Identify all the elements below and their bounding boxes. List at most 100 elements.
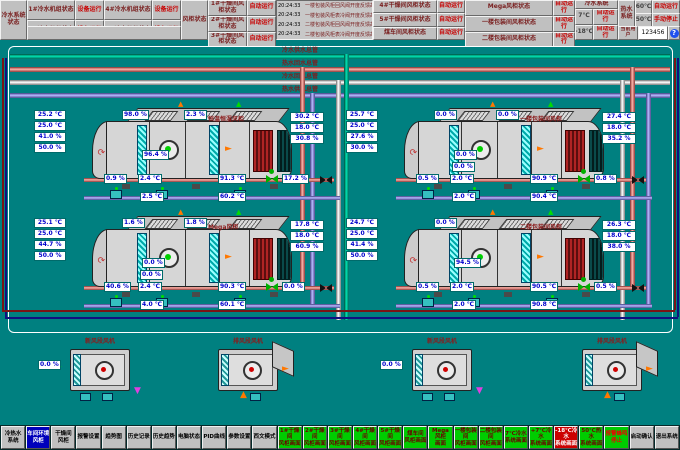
supply-air-readings: 27.4 ℃ 18.0 ℃ 35.2 % <box>602 112 636 145</box>
ahu-label: 一楼包装间风柜状态 <box>465 16 553 32</box>
filter-icon <box>521 233 531 283</box>
damper-actuator-icon[interactable] <box>110 190 122 199</box>
nav-button[interactable]: 历史记录 <box>127 426 151 449</box>
nav-button[interactable]: 报警设置 <box>76 426 100 449</box>
hot-water-temp: 50℃ <box>635 13 652 27</box>
nav-button[interactable]: 历史趋势 <box>152 426 176 449</box>
nav-button[interactable]: 5#干燥间 风柜画面 <box>378 426 402 449</box>
nav-button[interactable]: 报警蜂鸣 停止 <box>604 426 628 449</box>
shutoff-valve-icon[interactable] <box>320 176 332 184</box>
nav-button[interactable]: 冷热水 系统 <box>1 426 25 449</box>
nav-button[interactable]: -18℃冷水 系统画面 <box>554 426 578 449</box>
coil-temp-value: 2.0 ℃ <box>450 174 474 184</box>
damper-actuator-icon[interactable] <box>110 298 122 307</box>
damper-actuator-icon[interactable] <box>422 393 433 401</box>
nav-button[interactable]: 干燥间 风柜 <box>51 426 75 449</box>
ahu-label: 煤车间风柜状态 <box>373 27 437 40</box>
nav-button[interactable]: 4#干燥间 风柜画面 <box>353 426 377 449</box>
unit-leg <box>192 292 200 297</box>
fan-body[interactable] <box>412 349 472 391</box>
nav-button[interactable]: 50℃热水 系统画面 <box>579 426 603 449</box>
nav-button[interactable]: 3#干燥间 风柜画面 <box>328 426 352 449</box>
fresh-air-arrow-icon: ↻ <box>94 253 107 265</box>
fan-body[interactable] <box>582 349 642 391</box>
supply-air-readings: 30.2 ℃ 18.0 ℃ 30.8 % <box>290 112 324 145</box>
fan-damper-value: 0.0 % <box>380 360 403 370</box>
hmi-screen: 冷水系统状态 1#冷水机组状态 设备运行 4#冷水机组状态 设备运行 2#冷水机… <box>0 0 680 450</box>
nav-button[interactable]: 启动确认 <box>630 426 654 449</box>
damper-actuator-icon[interactable] <box>250 393 261 401</box>
grille-icon <box>145 219 179 229</box>
damper-actuator-icon[interactable] <box>422 190 434 199</box>
shutoff-valve-icon[interactable] <box>632 284 644 292</box>
damper-actuator-icon[interactable] <box>422 298 434 307</box>
ahu-label: 2#干燥间风柜状态 <box>208 16 247 32</box>
ahu-status-row: Mega风柜状态 自动运行 <box>465 0 575 16</box>
control-valve-icon[interactable] <box>266 283 278 291</box>
fan-cell: 排风段风机 ► ▼ ▲ ► <box>552 336 672 408</box>
nav-button[interactable]: 西文模式 <box>252 426 276 449</box>
valve-opening-value: 0.5 % <box>594 282 617 292</box>
alarm-text: 二楼包装风柜回风阀开度反馈故障 <box>305 21 372 28</box>
nav-button[interactable]: Mega风柜 画面 <box>428 426 452 449</box>
alarm-list[interactable]: 20:24:33 一楼包装风柜回风阀开度反馈故障 20:24:33 一楼包装风柜… <box>276 0 373 40</box>
fan-name: 新风段风机 <box>382 336 502 345</box>
fan-impeller-icon[interactable] <box>243 361 262 380</box>
cold-water-status: 自动运行 <box>593 9 618 25</box>
value-box: 18.0 ℃ <box>602 123 636 133</box>
value-box: 50.0 % <box>346 251 378 261</box>
empty-cell <box>27 26 181 40</box>
exhaust-arrow-icon: ▲ <box>178 100 183 108</box>
airflow-arrow-icon: ► <box>537 144 544 154</box>
help-icon[interactable]: ? <box>670 29 679 38</box>
fan-impeller-icon[interactable] <box>607 361 626 380</box>
valve-opening-value: 0.0 % <box>282 282 305 292</box>
shutoff-valve-icon[interactable] <box>320 284 332 292</box>
value-box: 25.0 ℃ <box>346 229 378 239</box>
pipe-temp-value: 60.1 ℃ <box>218 300 246 310</box>
current-user-value[interactable]: 123456 <box>638 26 668 40</box>
ahu-status-row: 煤车间风柜状态 自动运行 <box>373 27 465 40</box>
hot-water-header: 热水系统 <box>618 0 635 27</box>
nav-button[interactable]: 一楼包装间 风柜画面 <box>454 426 478 449</box>
value-box: 44.7 % <box>34 240 66 250</box>
nav-button[interactable]: 电脑状态 <box>177 426 201 449</box>
nav-button[interactable]: 2#干燥间 风柜画面 <box>303 426 327 449</box>
nav-button[interactable]: 煤车间 风柜画面 <box>403 426 427 449</box>
fan-impeller-icon[interactable] <box>437 361 456 380</box>
control-valve-icon[interactable] <box>578 175 590 183</box>
ahu-group-label: 风柜状态 <box>181 0 208 40</box>
nav-button[interactable]: 二楼包装间 风柜画面 <box>479 426 503 449</box>
damper-actuator-icon[interactable] <box>614 393 625 401</box>
damper-actuator-icon[interactable] <box>80 393 91 401</box>
help-cell[interactable]: ? <box>668 26 680 40</box>
damper-actuator-icon[interactable] <box>444 393 455 401</box>
filter-icon <box>73 354 81 386</box>
damper-actuator-icon[interactable] <box>102 393 113 401</box>
fan-body[interactable] <box>70 349 130 391</box>
plant-diagram: 冷水供水总管 热水回水总管 冷水回水总管 热水供水总管 <box>0 40 680 425</box>
nav-button[interactable]: 车间环境 风柜 <box>26 426 50 449</box>
nav-button[interactable]: +7℃冷水 系统画面 <box>529 426 553 449</box>
control-valve-icon[interactable] <box>578 283 590 291</box>
nav-button[interactable]: 7℃冷水 系统画面 <box>504 426 528 449</box>
fan-body[interactable] <box>218 349 278 391</box>
filter-icon <box>209 125 219 175</box>
value-box: 26.3 ℃ <box>602 220 636 230</box>
cold-water-status: 自动运行 <box>593 25 618 41</box>
nav-button[interactable]: 退出系统 <box>655 426 679 449</box>
cold-water-header: 冷水系统 <box>575 0 618 9</box>
damper-value: 0.0 % <box>434 218 457 228</box>
ahu-status-row: 1#干燥间风柜状态 自动运行 <box>208 0 276 16</box>
nav-button[interactable]: 趋势图 <box>102 426 126 449</box>
coil-temp-value: 2.4 ℃ <box>138 174 162 184</box>
ahu-status-row: 4#干燥间风柜状态 自动运行 <box>373 0 465 13</box>
nav-button[interactable]: PID曲线 <box>202 426 226 449</box>
control-valve-icon[interactable] <box>266 175 278 183</box>
fan-impeller-icon[interactable] <box>95 361 114 380</box>
nav-button[interactable]: 参数设置 <box>227 426 251 449</box>
shutoff-valve-icon[interactable] <box>632 176 644 184</box>
ahu-label: 5#干燥间风柜状态 <box>373 13 437 26</box>
fresh-air-arrow-icon: ↻ <box>94 145 107 157</box>
nav-button[interactable]: 1#干燥间 风柜画面 <box>278 426 302 449</box>
